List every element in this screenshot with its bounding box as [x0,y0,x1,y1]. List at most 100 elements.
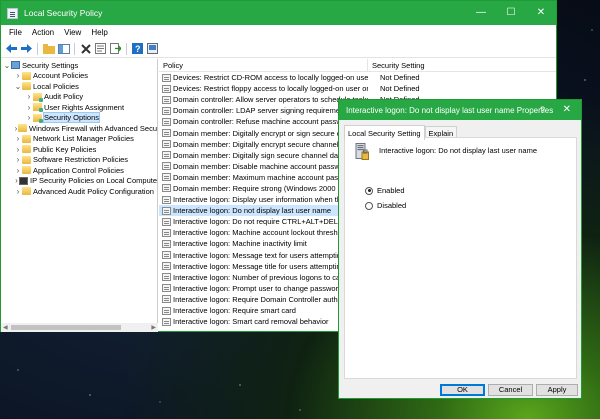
chevron-right-icon[interactable]: › [14,134,22,143]
chevron-right-icon[interactable]: › [14,187,22,196]
ip-security-icon [18,176,28,185]
tree-node[interactable]: ⌄ Security Settings [1,60,157,71]
tree-horizontal-scrollbar[interactable]: ◀ ▶ [1,323,158,332]
tree-node[interactable]: ⌄ Local Policies [1,81,157,92]
policy-item-icon [162,306,171,315]
policy-item-icon [162,129,171,138]
delete-icon[interactable] [79,42,92,55]
policy-item-icon [162,217,171,226]
column-header-policy[interactable]: Policy [159,59,368,71]
chevron-right-icon[interactable]: › [25,92,33,101]
tree-node[interactable]: › User Rights Assignment [1,102,157,113]
tree-node[interactable]: › Application Control Policies [1,165,157,176]
folder-icon [22,134,31,143]
console-icon[interactable] [146,42,159,55]
folder-icon [22,187,31,196]
tree-node-label: Security Options [42,112,101,124]
tree-node-label: Windows Firewall with Advanced Secu [29,123,157,133]
enabled-label: Enabled [377,186,405,195]
tree-node[interactable]: › Advanced Audit Policy Configuration [1,186,157,197]
export-icon[interactable] [109,42,122,55]
folder-icon [22,71,31,80]
folder-icon [22,82,31,91]
help-icon[interactable]: ? [131,42,144,55]
up-folder-icon[interactable] [42,42,55,55]
tree-node-label: Software Restriction Policies [33,155,129,165]
tree-node[interactable]: › Software Restriction Policies [1,155,157,166]
scroll-thumb[interactable] [11,325,121,330]
tree-node-label: Local Policies [33,81,79,91]
menu-file[interactable]: File [4,28,27,37]
scroll-right-arrow[interactable]: ▶ [151,324,156,331]
tree-node-label: User Rights Assignment [44,102,125,112]
apply-button[interactable]: Apply [536,384,578,396]
tree-node[interactable]: › Windows Firewall with Advanced Secu [1,123,157,134]
disabled-radio-dot[interactable] [365,201,373,210]
toolbar: ? [1,40,556,58]
scroll-left-arrow[interactable]: ◀ [3,324,8,331]
show-tree-icon[interactable] [57,42,70,55]
tree-node-label: Audit Policy [44,92,84,102]
security-setting-cell: Not Defined [380,73,420,83]
dialog-titlebar[interactable]: Interactive logon: Do not display last u… [339,100,581,120]
table-row[interactable]: Devices: Restrict floppy access to local… [159,83,556,94]
policy-item-icon [162,239,171,248]
menu-help[interactable]: Help [86,28,112,37]
window-titlebar[interactable]: Local Security Policy — ☐ ✕ [1,1,556,25]
chevron-right-icon[interactable]: › [25,103,33,112]
chevron-down-icon[interactable]: ⌄ [14,82,22,91]
ok-button[interactable]: OK [440,384,485,396]
dialog-close-button[interactable]: ✕ [563,100,571,120]
properties-dialog: Interactive logon: Do not display last u… [338,99,582,399]
maximize-button[interactable]: ☐ [496,1,526,25]
policy-item-icon [162,228,171,237]
enabled-radio-dot[interactable] [365,186,373,195]
folder-icon [22,145,31,154]
properties-icon[interactable] [94,42,107,55]
tree-node[interactable]: › Audit Policy [1,92,157,103]
chevron-right-icon[interactable]: › [25,113,33,122]
menu-view[interactable]: View [59,28,86,37]
list-header: Policy Security Setting [159,59,556,72]
policy-name: Interactive logon: Do not display last u… [379,146,538,155]
folder-icon [18,124,28,133]
tree-node-label: Security Settings [22,60,79,70]
chevron-down-icon[interactable]: ⌄ [3,61,11,70]
folder-icon [33,103,43,113]
chevron-right-icon[interactable]: › [14,145,22,154]
security-settings-icon [11,61,20,70]
dialog-help-button[interactable]: ? [540,100,545,120]
tree-node[interactable]: › Account Policies [1,71,157,82]
back-arrow-icon[interactable] [5,42,18,55]
policy-item-icon [162,173,171,182]
menu-action[interactable]: Action [27,28,59,37]
minimize-button[interactable]: — [466,1,496,25]
policy-item-icon [162,151,171,160]
policy-item-icon [162,106,171,115]
window-controls: — ☐ ✕ [466,1,556,25]
column-header-security-setting[interactable]: Security Setting [368,61,425,70]
close-button[interactable]: ✕ [526,1,556,25]
policy-item-icon [162,140,171,149]
tree-node[interactable]: › Security Options [1,112,157,124]
policy-item-icon [162,84,171,93]
policy-item-icon [162,195,171,204]
cancel-button[interactable]: Cancel [488,384,533,396]
policy-item-icon [162,73,171,82]
enabled-radio[interactable]: Enabled [365,186,405,195]
policy-name-cell: Devices: Restrict floppy access to local… [173,84,368,94]
tree-node-label: Account Policies [33,71,89,81]
tree-node[interactable]: › IP Security Policies on Local Compute [1,176,157,187]
chevron-right-icon[interactable]: › [14,71,22,80]
table-row[interactable]: Devices: Restrict CD-ROM access to local… [159,72,556,83]
chevron-right-icon[interactable]: › [14,166,22,175]
disabled-radio[interactable]: Disabled [365,201,406,210]
tree-node[interactable]: › Public Key Policies [1,144,157,155]
window-title: Local Security Policy [24,8,103,18]
console-tree: ⌄ Security Settings › Account Policies ⌄ Loca… [1,59,158,332]
folder-icon [33,113,43,123]
tab-local-security-setting[interactable]: Local Security Setting [344,125,425,140]
forward-arrow-icon[interactable] [20,42,33,55]
chevron-right-icon[interactable]: › [14,155,22,164]
tree-node[interactable]: › Network List Manager Policies [1,134,157,145]
